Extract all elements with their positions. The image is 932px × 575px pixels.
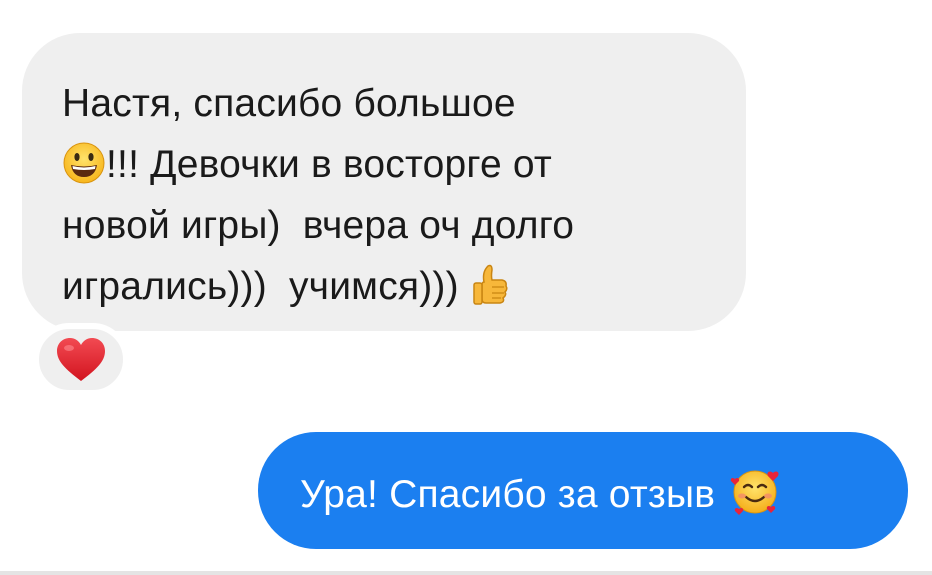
incoming-message-bubble[interactable]: Настя, спасибо большое !!! Девочки в вос… [22, 33, 746, 331]
chat-thread: Настя, спасибо большое !!! Девочки в вос… [0, 0, 932, 575]
bottom-divider [0, 571, 932, 575]
red-heart-icon [57, 337, 105, 381]
outgoing-message-text: Ура! Спасибо за отзыв [300, 465, 781, 517]
message-line-1: Настя, спасибо большое [62, 82, 516, 125]
outgoing-message-bubble[interactable]: Ура! Спасибо за отзыв [258, 432, 908, 549]
smiling-face-with-hearts-icon [729, 465, 781, 517]
message-line-3: новой игры) вчера оч долго [62, 204, 575, 247]
incoming-message-text: Настя, спасибо большое !!! Девочки в вос… [62, 73, 726, 317]
reaction-badge[interactable] [33, 323, 129, 396]
grinning-face-icon [62, 141, 106, 185]
message-line-2: !!! Девочки в восторге от [106, 143, 552, 186]
outgoing-message-label: Ура! Спасибо за отзыв [300, 472, 716, 516]
message-line-4: игрались))) учимся))) [62, 265, 470, 308]
thumbs-up-icon [470, 262, 510, 308]
